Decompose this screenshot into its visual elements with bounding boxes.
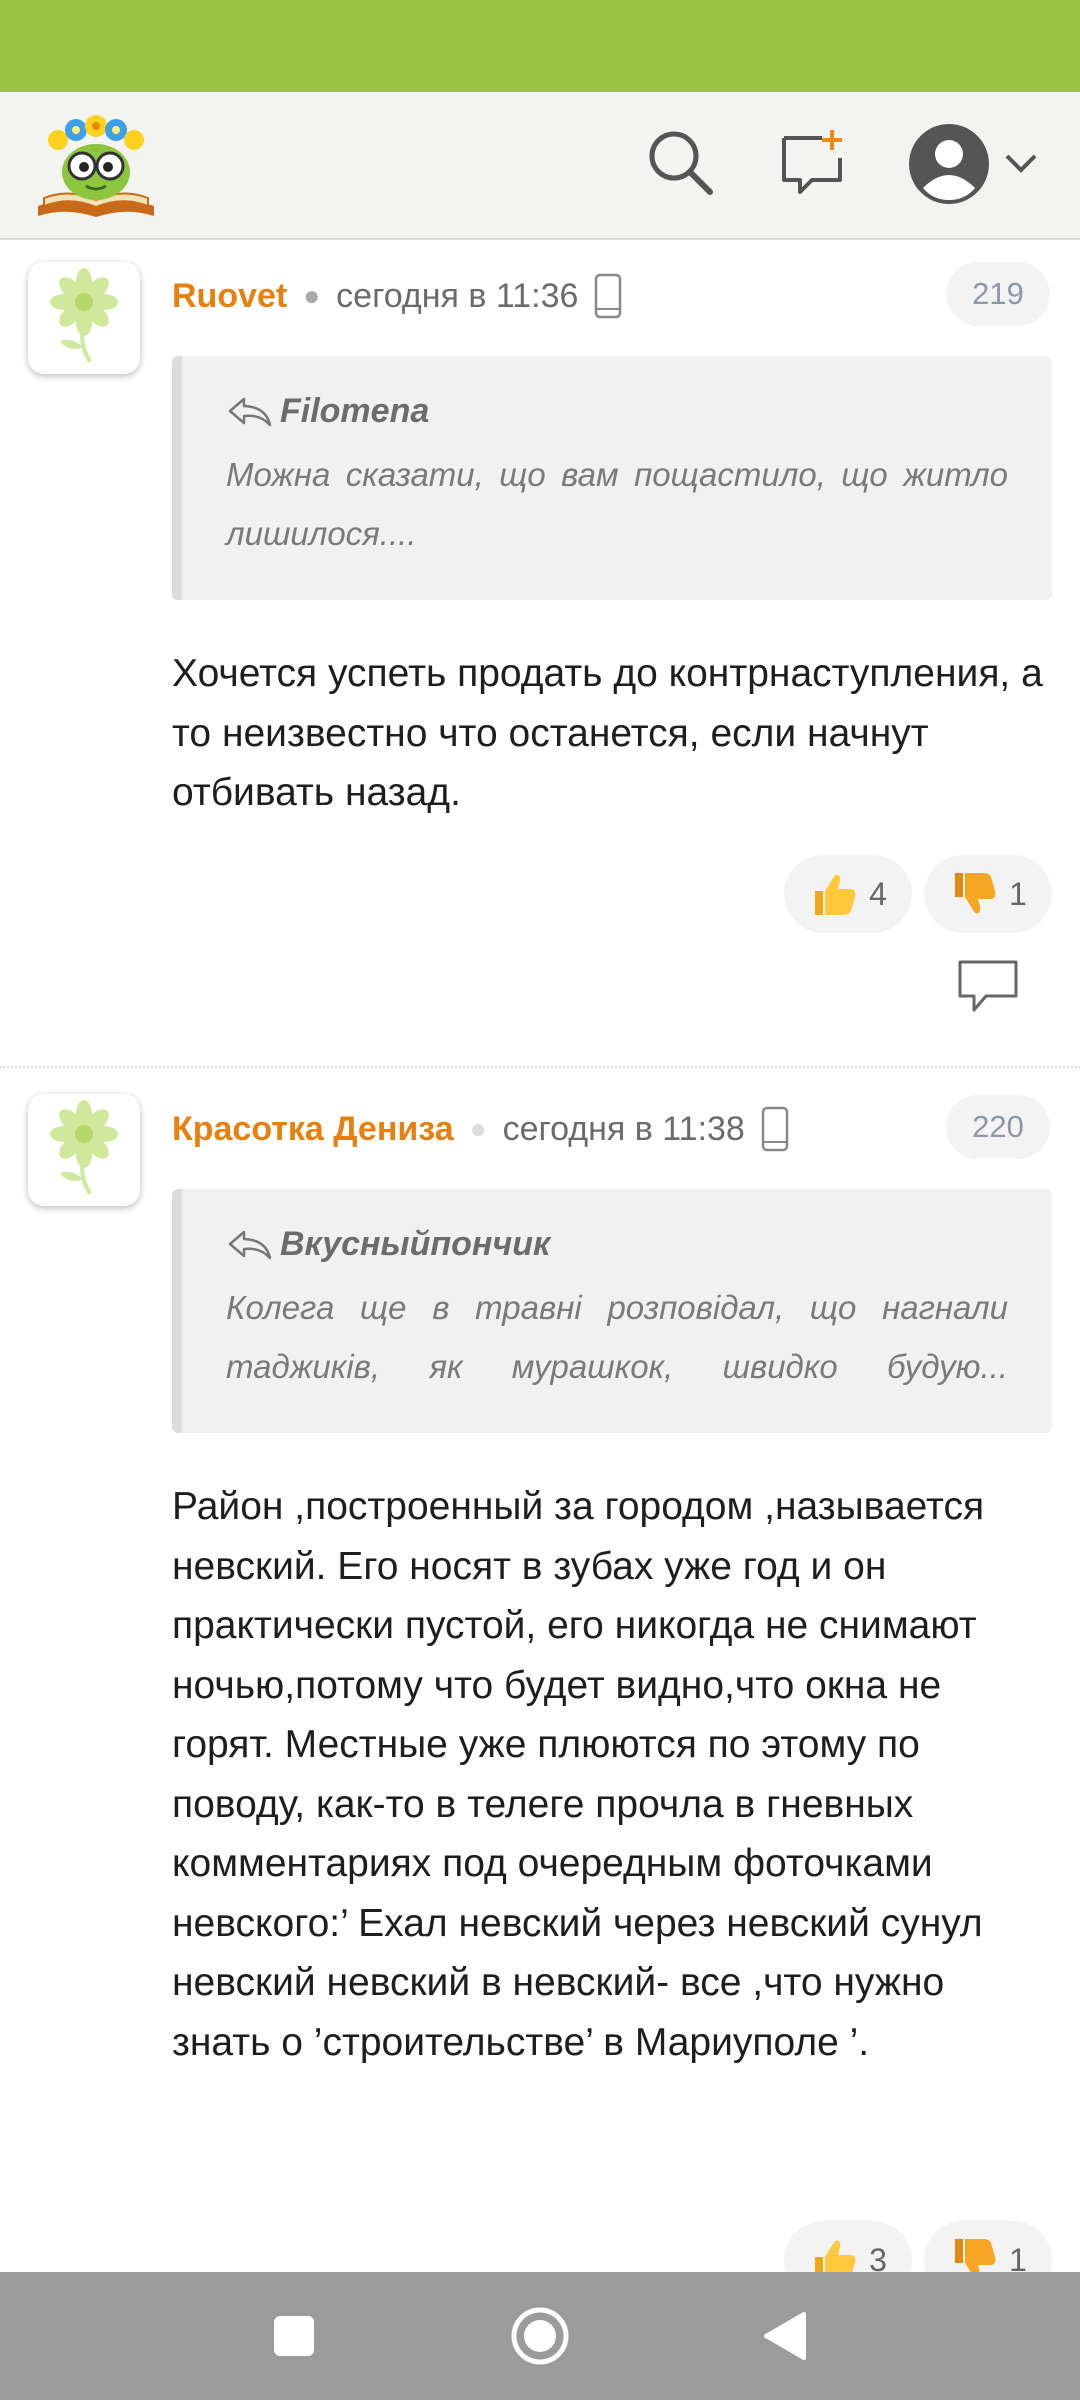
nav-back-icon: [764, 2312, 806, 2360]
search-icon: [644, 126, 716, 203]
thumbs-up-icon: [815, 874, 856, 915]
comment-time: сегодня в 11:38: [502, 1109, 745, 1148]
quote-text: Можна сказати, що вам пощастило, що житл…: [226, 456, 1008, 552]
quote-author: Вкусныйпончик: [280, 1225, 551, 1263]
quote-author: Filomena: [280, 392, 430, 430]
comment-body: Хочется успеть продать до контрнаступлен…: [172, 652, 1043, 814]
new-post-icon: [776, 126, 848, 203]
app-header: [0, 92, 1080, 240]
system-nav-bar: [0, 2272, 1080, 2400]
avatar[interactable]: [28, 262, 140, 374]
thumbs-down-icon: [955, 873, 996, 914]
phone-icon: [761, 1106, 789, 1152]
author-name[interactable]: Ruovet: [172, 277, 287, 316]
comment-number[interactable]: 219: [946, 262, 1050, 326]
flower-icon: [44, 266, 124, 371]
comment-number[interactable]: 220: [946, 1095, 1050, 1159]
avatar-icon: [907, 122, 991, 206]
comment-divider: [0, 1066, 1080, 1068]
quote-block[interactable]: Filomena Можна сказати, що вам пощастило…: [172, 356, 1052, 600]
separator-dot: ●: [469, 1113, 487, 1144]
quote-header: Filomena: [226, 392, 1008, 431]
reply-button[interactable]: [956, 958, 1020, 1014]
avatar[interactable]: [28, 1094, 140, 1206]
chevron-down-icon: [1003, 152, 1039, 176]
phone-icon: [594, 273, 622, 319]
recents-button[interactable]: [262, 2304, 326, 2368]
quote-text: Колега ще в травні розповідал, що нагнал…: [226, 1289, 1008, 1385]
comment-meta: Красотка Дениза ● сегодня в 11:38: [172, 1099, 789, 1159]
separator-dot: ●: [303, 280, 321, 311]
like-button[interactable]: 4: [784, 855, 912, 933]
author-name[interactable]: Красотка Дениза: [172, 1110, 454, 1149]
new-post-button[interactable]: [770, 122, 854, 206]
like-count: 4: [869, 875, 887, 912]
quote-block[interactable]: Вкусныйпончик Колега ще в травні розпові…: [172, 1189, 1052, 1433]
logo-icon[interactable]: [34, 110, 158, 222]
reply-arrow-icon: [226, 395, 274, 429]
quote-header: Вкусныйпончик: [226, 1225, 1008, 1264]
home-button[interactable]: [508, 2304, 572, 2368]
back-button[interactable]: [752, 2304, 816, 2368]
comment-body: Район ,построенный за городом ,называетс…: [172, 1485, 985, 2064]
status-bar: [0, 0, 1080, 92]
comment-meta: Ruovet ● сегодня в 11:36: [172, 266, 622, 326]
comment-time: сегодня в 11:36: [336, 276, 579, 315]
nav-circle-icon: [511, 2307, 569, 2365]
profile-menu-button[interactable]: [898, 116, 1048, 212]
reply-arrow-icon: [226, 1228, 274, 1262]
flower-icon: [44, 1098, 124, 1203]
dislike-button[interactable]: 1: [924, 855, 1052, 933]
reply-bubble-icon: [958, 960, 1018, 1012]
search-button[interactable]: [638, 122, 722, 206]
nav-square-icon: [274, 2316, 314, 2356]
dislike-count: 1: [1009, 875, 1027, 912]
